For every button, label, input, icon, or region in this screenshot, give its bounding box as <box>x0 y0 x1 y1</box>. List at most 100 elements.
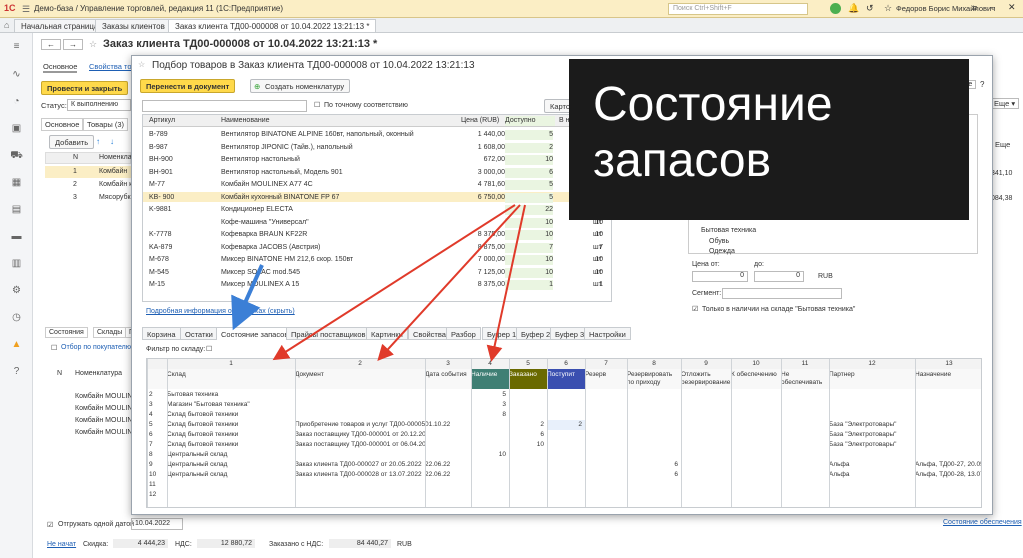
price-to-field[interactable]: 0 <box>754 271 804 282</box>
grid-row[interactable]: 8 Центральный склад 10 <box>147 450 981 460</box>
sidebar-gear-icon[interactable]: ⚙ <box>10 285 23 298</box>
sidebar-report-icon[interactable]: ▥ <box>10 258 23 271</box>
tree-item-1[interactable]: Бытовая техника <box>701 227 756 234</box>
add-button[interactable]: Добавить <box>49 135 95 149</box>
goods-row[interactable]: B-789 Вентилятор BINATONE ALPINE 160вт, н… <box>143 129 611 140</box>
tab-remains[interactable]: Остатки <box>180 327 218 340</box>
btm-row-2[interactable]: Комбайн MOULINE <box>75 405 137 412</box>
goods-row[interactable]: M-15 Миксер MOULINEX A 15 8 375,00 1 1 шт <box>143 279 611 290</box>
sidebar-cart-icon[interactable]: ⛟ <box>10 150 23 163</box>
status-field[interactable]: К выполнению <box>67 99 131 111</box>
grid-row[interactable]: 2 Бытовая техника 5 <box>147 390 981 400</box>
menu-icon[interactable]: ☰ <box>22 4 30 15</box>
btm-row-3[interactable]: Комбайн MOULINE <box>75 417 137 424</box>
create-nom-button[interactable]: ⊕ Создать номенклатуру <box>250 79 351 93</box>
tab-stock-state[interactable]: Состояние запасов <box>216 327 294 340</box>
tab-order-doc[interactable]: Заказ клиента ТД00-000008 от 10.04.2022 … <box>168 19 377 32</box>
tab-home[interactable]: Начальная страница <box>14 19 106 32</box>
right-more-button[interactable]: Еще <box>995 140 1010 149</box>
ship-date-field[interactable]: 10.04.2022 <box>131 518 183 530</box>
favorite-icon[interactable]: ☆ <box>89 39 97 50</box>
settings-icon[interactable]: ≡ <box>972 3 977 13</box>
tree-item-2[interactable]: Обувь <box>709 238 729 245</box>
tab-orders[interactable]: Заказы клиентов <box>95 19 172 32</box>
tab-main[interactable]: Основное <box>43 62 78 73</box>
sidebar-help-icon[interactable]: ? <box>10 366 23 379</box>
post-close-button[interactable]: Провести и закрыть <box>41 81 129 95</box>
user-name[interactable]: Федоров Борис Михайлович <box>896 4 995 13</box>
grid-row[interactable]: 5 Склад бытовой техники Приобретение товар… <box>147 420 981 430</box>
sidebar-boxes-icon[interactable]: ▤ <box>10 204 23 217</box>
filter-wh-checkbox[interactable]: ☐ <box>206 345 212 353</box>
btm-tab-states[interactable]: Состояния <box>45 327 88 338</box>
home-icon[interactable]: ⌂ <box>4 20 9 30</box>
sidebar-chart-icon[interactable]: ∿ <box>10 69 23 82</box>
tab-basket[interactable]: Корзина <box>142 327 181 340</box>
in-stock-checkbox[interactable]: ☑ <box>692 305 698 313</box>
selection-label[interactable]: Отбор по покупателю <box>61 344 131 351</box>
tab-supplier-prices[interactable]: Прайсы поставщиков <box>286 327 371 340</box>
price-from-field[interactable]: 0 <box>692 271 748 282</box>
back-button[interactable]: ← <box>41 39 61 50</box>
history-icon[interactable]: ↺ <box>866 3 874 14</box>
segment-field[interactable] <box>722 288 842 299</box>
arrow-up-icon[interactable]: ↑ <box>96 137 100 146</box>
sidebar-grid-icon[interactable]: ▦ <box>10 177 23 190</box>
close-icon[interactable]: ✕ <box>1008 2 1016 13</box>
selection-checkbox[interactable]: ☐ <box>51 344 57 352</box>
subtab-main[interactable]: Основное <box>41 118 84 131</box>
sidebar-menu-icon[interactable]: ≡ <box>10 41 23 54</box>
grid-row[interactable]: 6 Склад бытовой техники Заказ поставщику Т… <box>147 430 981 440</box>
status-icon[interactable] <box>830 3 841 14</box>
row-1-name[interactable]: Комбайн <box>99 168 127 175</box>
grid-row[interactable]: 7 Склад бытовой техники Заказ поставщику Т… <box>147 440 981 450</box>
state-link[interactable]: Состояние обеспечения <box>943 519 1022 526</box>
btm-tab-stores[interactable]: Склады <box>93 327 127 338</box>
row-3-name[interactable]: Мясорубка <box>99 194 135 201</box>
sidebar-money-icon[interactable]: ▬ <box>10 231 23 244</box>
tab-settings[interactable]: Настройки <box>584 327 631 340</box>
tab-parse[interactable]: Разбор <box>446 327 481 340</box>
goods-row[interactable]: KB- 900 Комбайн кухонный BINATONE FP 67 6 … <box>143 191 611 203</box>
sidebar-bag-icon[interactable]: ▣ <box>10 123 23 136</box>
sidebar-warning-icon[interactable]: ▲ <box>10 339 23 352</box>
tab-pictures[interactable]: Картинки <box>366 327 408 340</box>
star-icon[interactable]: ☆ <box>884 3 892 14</box>
bell-icon[interactable]: 🔔 <box>848 3 859 14</box>
exact-checkbox[interactable]: ☐ <box>314 101 320 109</box>
tab-props[interactable]: Свойства <box>408 327 451 340</box>
row-2-name[interactable]: Комбайн к <box>99 181 132 188</box>
grid-row[interactable]: 11 <box>147 480 981 490</box>
not-started-link[interactable]: Не начат <box>47 541 76 548</box>
goods-row[interactable]: M-545 Миксер SOLAC mod.545 7 125,00 10 10 шт <box>143 267 611 278</box>
detail-link[interactable]: Подробная информация об остатках (скрыть… <box>146 308 295 315</box>
dialog-search-input[interactable] <box>142 100 307 112</box>
goods-row[interactable]: K-7778 Кофеварка BRAUN KF22R 8 375,00 10 10 ш… <box>143 229 611 240</box>
grid-row[interactable]: 12 <box>147 490 981 500</box>
ship-checkbox[interactable]: ☑ <box>47 521 53 529</box>
goods-row[interactable]: M-77Комбайн MOULINEX A77 4C4 781,6055шт <box>143 179 611 190</box>
goods-row[interactable]: BH-900Вентилятор настольный672,001010шт <box>143 154 611 165</box>
forward-button[interactable]: → <box>63 39 83 50</box>
sidebar-time-icon[interactable]: ◷ <box>10 312 23 325</box>
goods-row[interactable]: BH-901 Вентилятор настольный, Модель 901 3… <box>143 167 611 178</box>
grid-row[interactable]: 3 Магазин "Бытовая техника" 3 <box>147 400 981 410</box>
goods-row[interactable]: B-987 Вентилятор JIPONIC (Тайв.), напольн… <box>143 142 611 153</box>
arrow-down-icon[interactable]: ↓ <box>110 137 114 146</box>
move-to-doc-button[interactable]: Перенести в документ <box>140 79 236 93</box>
search-input[interactable]: Поиск Ctrl+Shift+F <box>668 3 808 15</box>
sidebar-clock-icon[interactable]: ◔ <box>10 96 23 109</box>
subtab-goods[interactable]: Товары (3) <box>83 118 129 131</box>
tree-item-3[interactable]: Одежда <box>709 248 735 255</box>
grid-row[interactable]: 9 Центральный склад Заказ клиента ТД00-000… <box>147 460 981 470</box>
grid-row[interactable]: 10 Центральный склад Заказ клиента ТД00-00… <box>147 470 981 480</box>
btm-row-4[interactable]: Комбайн MOULINE <box>75 429 137 436</box>
dialog-star-icon[interactable]: ☆ <box>138 60 145 69</box>
dialog-help-icon[interactable]: ? <box>980 80 984 89</box>
goods-row[interactable]: M-678 Миксер BINATONE HM 212,6 скор. 150в… <box>143 254 611 265</box>
goods-row[interactable]: Кофе-машина "Универсал" 10 10 шт <box>143 217 611 228</box>
goods-row[interactable]: KA-879 Кофеварка JACOBS (Австрия) 8 875,00… <box>143 242 611 253</box>
goods-row[interactable]: K-9881Кондиционер ELECTA2222шт <box>143 204 611 215</box>
doc-more-button[interactable]: Еще ▾ <box>990 98 1020 109</box>
btm-row-1[interactable]: Комбайн MOULINE <box>75 393 137 400</box>
